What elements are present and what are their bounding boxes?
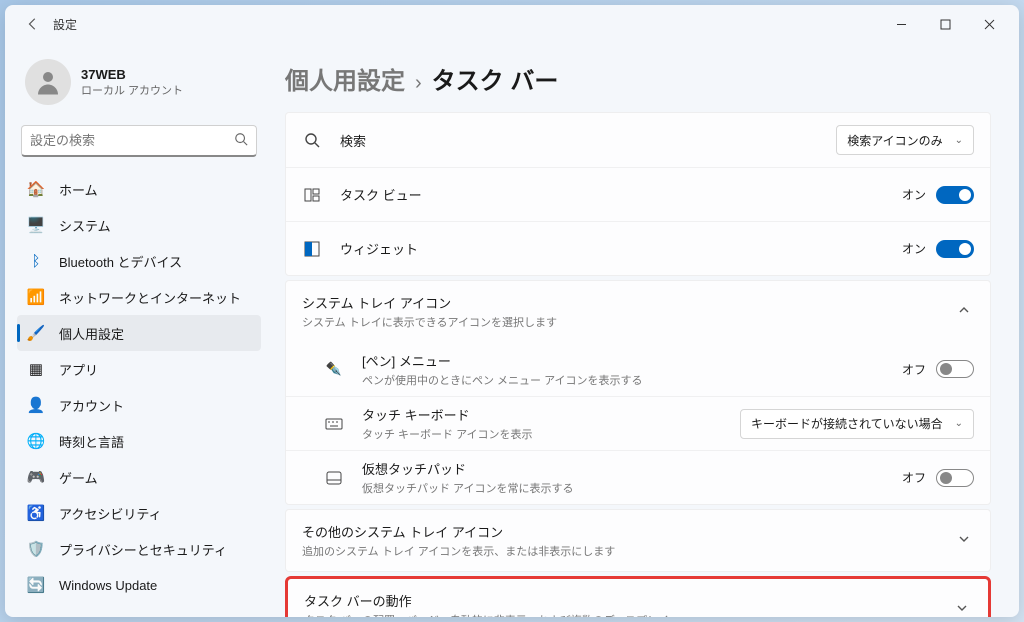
chevron-down-icon: [954, 529, 974, 552]
nav-time[interactable]: 🌐時刻と言語: [17, 423, 261, 459]
other-tray-section: その他のシステム トレイ アイコン 追加のシステム トレイ アイコンを表示、また…: [285, 509, 991, 572]
highlight-box: タスク バーの動作 タスク バーの配置、バッジ、自動的に非表示、および複数のディ…: [285, 576, 991, 617]
touchpad-icon: [324, 471, 344, 485]
shield-icon: 🛡️: [27, 540, 45, 558]
nav-privacy[interactable]: 🛡️プライバシーとセキュリティ: [17, 531, 261, 567]
close-button[interactable]: [967, 9, 1011, 39]
maximize-button[interactable]: [923, 9, 967, 39]
account-block[interactable]: 37WEB ローカル アカウント: [17, 51, 261, 121]
nav-apps[interactable]: ▦アプリ: [17, 351, 261, 387]
chevron-down-icon: [952, 598, 972, 617]
nav-accounts[interactable]: 👤アカウント: [17, 387, 261, 423]
row-search: 検索 検索アイコンのみ ⌄: [286, 113, 990, 167]
nav-personalization[interactable]: 🖌️個人用設定: [17, 315, 261, 351]
nav-system[interactable]: 🖥️システム: [17, 207, 261, 243]
brush-icon: 🖌️: [27, 324, 45, 342]
widgets-icon: [302, 241, 322, 257]
widgets-toggle[interactable]: [936, 240, 974, 258]
taskview-icon: [302, 188, 322, 202]
search-input-wrap[interactable]: [21, 125, 257, 157]
system-icon: 🖥️: [27, 216, 45, 234]
home-icon: 🏠: [27, 180, 45, 198]
breadcrumb-current: タスク バー: [432, 61, 559, 96]
settings-window: 設定 37WEB ローカル アカウント 🏠ホーム 🖥️システム ᛒ: [5, 5, 1019, 617]
system-tray-section: システム トレイ アイコン システム トレイに表示できるアイコンを選択します ✒…: [285, 280, 991, 505]
chevron-up-icon: [954, 300, 974, 323]
row-pen: ✒️ [ペン] メニュー ペンが使用中のときにペン メニュー アイコンを表示する…: [286, 342, 990, 396]
nav-bluetooth[interactable]: ᛒBluetooth とデバイス: [17, 243, 261, 279]
systray-expander[interactable]: システム トレイ アイコン システム トレイに表示できるアイコンを選択します: [286, 281, 990, 342]
touchkb-dropdown[interactable]: キーボードが接続されていない場合 ⌄: [740, 409, 974, 439]
avatar: [25, 59, 71, 105]
row-taskview: タスク ビュー オン: [286, 167, 990, 221]
nav-update[interactable]: 🔄Windows Update: [17, 567, 261, 603]
pen-icon: ✒️: [324, 361, 344, 377]
breadcrumb: 個人用設定 › タスク バー: [285, 61, 991, 96]
search-icon: [234, 132, 248, 149]
behavior-expander[interactable]: タスク バーの動作 タスク バーの配置、バッジ、自動的に非表示、および複数のディ…: [288, 579, 988, 617]
titlebar: 設定: [5, 5, 1019, 43]
account-name: 37WEB: [81, 67, 183, 82]
nav-accessibility[interactable]: ♿アクセシビリティ: [17, 495, 261, 531]
nav-home[interactable]: 🏠ホーム: [17, 171, 261, 207]
main-content: 個人用設定 › タスク バー 検索 検索アイコンのみ ⌄: [273, 43, 1019, 617]
breadcrumb-parent[interactable]: 個人用設定: [285, 61, 405, 96]
taskbar-items-panel: 検索 検索アイコンのみ ⌄ タスク ビュー オン: [285, 112, 991, 276]
chevron-right-icon: ›: [415, 72, 422, 95]
window-title: 設定: [53, 16, 77, 33]
apps-icon: ▦: [27, 360, 45, 378]
nav-gaming[interactable]: 🎮ゲーム: [17, 459, 261, 495]
chevron-down-icon: ⌄: [955, 418, 963, 429]
touchpad-toggle[interactable]: [936, 469, 974, 487]
row-virtual-touchpad: 仮想タッチパッド 仮想タッチパッド アイコンを常に表示する オフ: [286, 450, 990, 504]
row-touch-keyboard: タッチ キーボード タッチ キーボード アイコンを表示 キーボードが接続されてい…: [286, 396, 990, 450]
gamepad-icon: 🎮: [27, 468, 45, 486]
keyboard-icon: [324, 418, 344, 430]
globe-icon: 🌐: [27, 432, 45, 450]
wifi-icon: 📶: [27, 288, 45, 306]
chevron-down-icon: ⌄: [955, 135, 963, 146]
minimize-button[interactable]: [879, 9, 923, 39]
update-icon: 🔄: [27, 576, 45, 594]
other-tray-expander[interactable]: その他のシステム トレイ アイコン 追加のシステム トレイ アイコンを表示、また…: [286, 510, 990, 571]
person-icon: 👤: [27, 396, 45, 414]
taskview-toggle[interactable]: [936, 186, 974, 204]
account-type: ローカル アカウント: [81, 82, 183, 98]
search-dropdown[interactable]: 検索アイコンのみ ⌄: [836, 125, 974, 155]
pen-toggle[interactable]: [936, 360, 974, 378]
row-widgets: ウィジェット オン: [286, 221, 990, 275]
bluetooth-icon: ᛒ: [27, 252, 45, 270]
taskbar-behavior-section: タスク バーの動作 タスク バーの配置、バッジ、自動的に非表示、および複数のディ…: [288, 579, 988, 617]
back-button[interactable]: [21, 12, 45, 36]
sidebar: 37WEB ローカル アカウント 🏠ホーム 🖥️システム ᛒBluetooth …: [5, 43, 273, 617]
accessibility-icon: ♿: [27, 504, 45, 522]
search-icon: [302, 132, 322, 148]
search-input[interactable]: [30, 133, 234, 148]
nav-network[interactable]: 📶ネットワークとインターネット: [17, 279, 261, 315]
